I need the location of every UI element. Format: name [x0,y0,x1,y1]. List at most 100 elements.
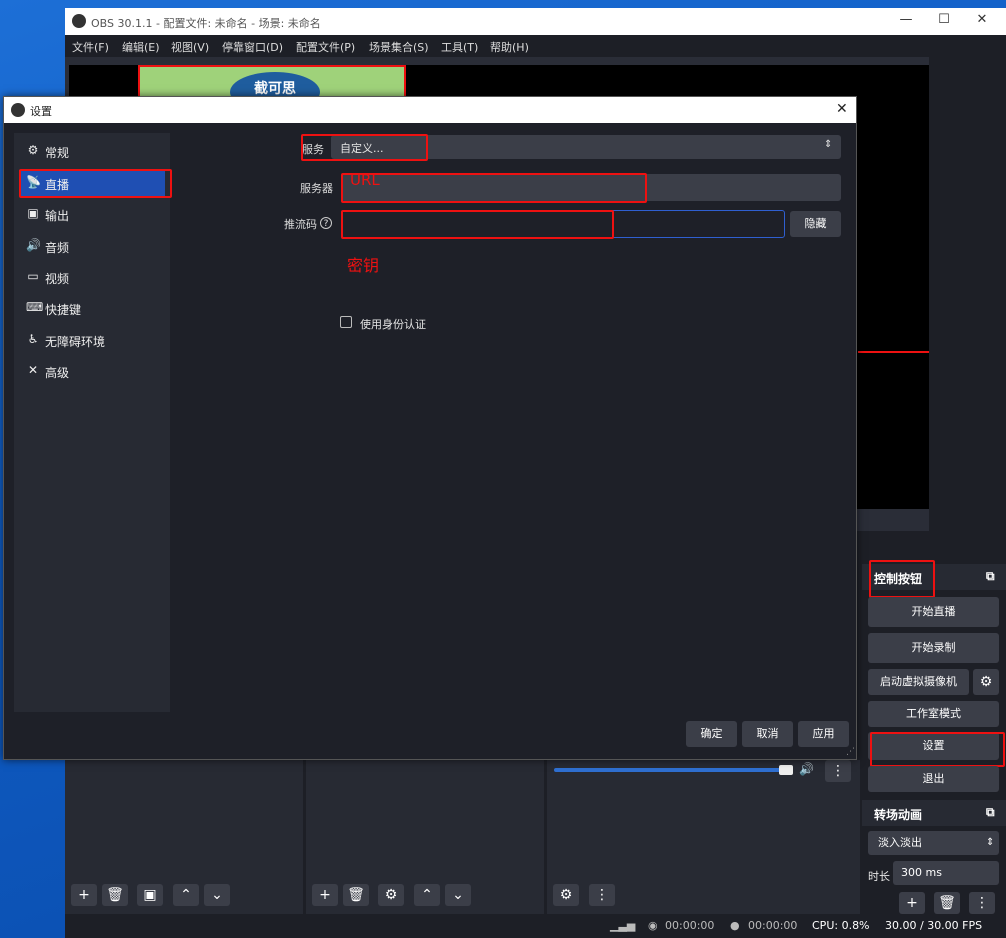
duration-spinbox[interactable]: 300 ms [893,861,999,885]
close-icon[interactable]: ✕ [967,12,997,30]
keyboard-icon: ⌨ [26,300,44,314]
maximize-icon[interactable]: ☐ [929,12,959,30]
server-highlight: URL [341,171,647,203]
source-up-icon[interactable]: ⌃ [414,884,440,906]
ok-button[interactable]: 确定 [686,721,737,747]
sidebar-item-label: 快捷键 [45,303,82,317]
mixer-more-icon[interactable]: ⋮ [589,884,615,906]
sidebar-item-audio[interactable]: 🔊 音频 [19,233,165,259]
scene-filter-icon[interactable]: ▣ [137,884,163,906]
scene-up-icon[interactable]: ⌃ [173,884,199,906]
obs-logo-icon [72,14,86,28]
add-source-icon[interactable]: + [312,884,338,906]
source-properties-icon[interactable]: ⚙ [378,884,404,906]
add-transition-icon[interactable]: + [899,892,925,914]
scenes-dock: + 🗑 ▣ ⌃ ⌄ [65,760,303,914]
signal-icon: ▁▃▅ [610,919,636,932]
scene-down-icon[interactable]: ⌄ [204,884,230,906]
mixer-menu-icon[interactable]: ⋮ [825,760,851,782]
dialog-obs-logo-icon [11,103,25,117]
settings-dialog: 设置 ✕ ⚙ 常规 📡 直播 ▣ 输出 🔊 音频 ▭ 视频 ⌨ 快捷键 ♿ 无障… [3,96,857,760]
menu-profile[interactable]: 配置文件(P) [296,39,355,55]
tools-icon: ✕ [27,363,39,377]
menu-tools[interactable]: 工具(T) [441,39,478,55]
virtual-camera-gear-icon[interactable]: ⚙ [973,669,999,695]
sidebar-item-output[interactable]: ▣ 输出 [19,201,165,227]
auth-checkbox[interactable] [340,316,352,328]
volume-handle[interactable] [779,765,793,775]
start-record-button[interactable]: 开始录制 [868,633,999,663]
stream-time: 00:00:00 [665,919,715,932]
hide-button[interactable]: 隐藏 [790,211,841,237]
red-guide-line [858,351,929,353]
delete-scene-icon[interactable]: 🗑 [102,884,128,906]
status-bar: ▁▃▅ ◉ 00:00:00 ● 00:00:00 CPU: 0.8% 30.0… [65,914,1006,938]
audio-mixer-dock: 🔊 ⋮ ⚙ ⋮ [547,760,860,914]
transition-menu-icon[interactable]: ⋮ [969,892,995,914]
delete-source-icon[interactable]: 🗑 [343,884,369,906]
output-icon: ▣ [27,206,39,220]
settings-button-highlight [870,732,1005,767]
record-time: 00:00:00 [748,919,798,932]
accessibility-icon: ♿ [27,332,39,346]
transition-type-select[interactable]: 淡入淡出 ⇕ [868,831,999,855]
minimize-icon[interactable]: — [891,12,921,30]
transitions-dock-header: 转场动画 ⧉ [862,800,1006,826]
service-highlight [301,134,428,161]
right-dock: 控制按钮 ⧉ 开始直播 开始录制 启动虚拟摄像机 ⚙ 工作室模式 设置 退出 转… [862,531,1006,914]
select-arrows-icon: ⇕ [824,139,833,150]
transitions-dock-title: 转场动画 [874,808,923,822]
gear-icon: ⚙ [27,143,39,157]
menu-scene-collection[interactable]: 场景集合(S) [369,39,429,55]
cancel-button[interactable]: 取消 [742,721,793,747]
add-scene-icon[interactable]: + [71,884,97,906]
resize-grip-icon[interactable]: ⋰ [846,747,855,757]
sidebar-item-label: 视频 [45,272,70,286]
help-icon[interactable]: ? [320,217,332,229]
stream-icon: ◉ [648,919,658,932]
sidebar-item-label: 高级 [45,366,70,380]
menu-file[interactable]: 文件(F) [72,39,109,55]
sidebar-item-general[interactable]: ⚙ 常规 [19,138,165,164]
apply-button[interactable]: 应用 [798,721,849,747]
exit-button[interactable]: 退出 [868,766,999,792]
stream-key-highlight [341,210,614,239]
start-stream-button[interactable]: 开始直播 [868,597,999,627]
obs-title-bar: OBS 30.1.1 - 配置文件: 未命名 - 场景: 未命名 — ☐ ✕ [65,8,1006,35]
sidebar-item-label: 音频 [45,241,70,255]
settings-sidebar: ⚙ 常规 📡 直播 ▣ 输出 🔊 音频 ▭ 视频 ⌨ 快捷键 ♿ 无障碍环境 ✕… [14,133,172,712]
source-down-icon[interactable]: ⌄ [445,884,471,906]
mixer-advanced-icon[interactable]: ⚙ [553,884,579,906]
record-icon: ● [730,919,740,932]
menu-help[interactable]: 帮助(H) [490,39,529,55]
menu-docks[interactable]: 停靠窗口(D) [222,39,283,55]
dialog-title: 设置 [30,105,52,118]
sidebar-item-video[interactable]: ▭ 视频 [19,264,165,290]
transitions-undock-icon[interactable]: ⧉ [986,805,995,820]
controls-title-highlight [869,560,935,598]
sidebar-item-label: 无障碍环境 [45,335,106,349]
duration-label: 时长 [868,870,890,883]
sidebar-item-hotkeys[interactable]: ⌨ 快捷键 [19,295,165,321]
url-annotation: URL [350,171,380,189]
select-arrows-icon: ⇕ [986,837,995,848]
speaker-icon[interactable]: 🔊 [799,762,814,776]
delete-transition-icon[interactable]: 🗑 [934,892,960,914]
menu-edit[interactable]: 编辑(E) [122,39,160,55]
monitor-icon: ▭ [27,269,39,283]
obs-menu-bar: 文件(F) 编辑(E) 视图(V) 停靠窗口(D) 配置文件(P) 场景集合(S… [65,35,1006,57]
menu-view[interactable]: 视图(V) [171,39,209,55]
virtual-camera-button[interactable]: 启动虚拟摄像机 [868,669,969,695]
sidebar-item-accessibility[interactable]: ♿ 无障碍环境 [19,327,165,353]
speaker-icon: 🔊 [26,238,41,252]
undock-icon[interactable]: ⧉ [986,569,995,584]
dialog-close-icon[interactable]: ✕ [836,101,848,117]
key-annotation: 密钥 [347,256,380,275]
sidebar-item-label: 输出 [45,209,70,223]
volume-slider[interactable] [554,768,790,772]
sidebar-item-advanced[interactable]: ✕ 高级 [19,358,165,384]
stream-key-label: 推流码 [284,218,317,231]
studio-mode-button[interactable]: 工作室模式 [868,701,999,727]
cpu-usage: CPU: 0.8% [812,919,870,932]
duration-value: 300 ms [901,866,942,879]
